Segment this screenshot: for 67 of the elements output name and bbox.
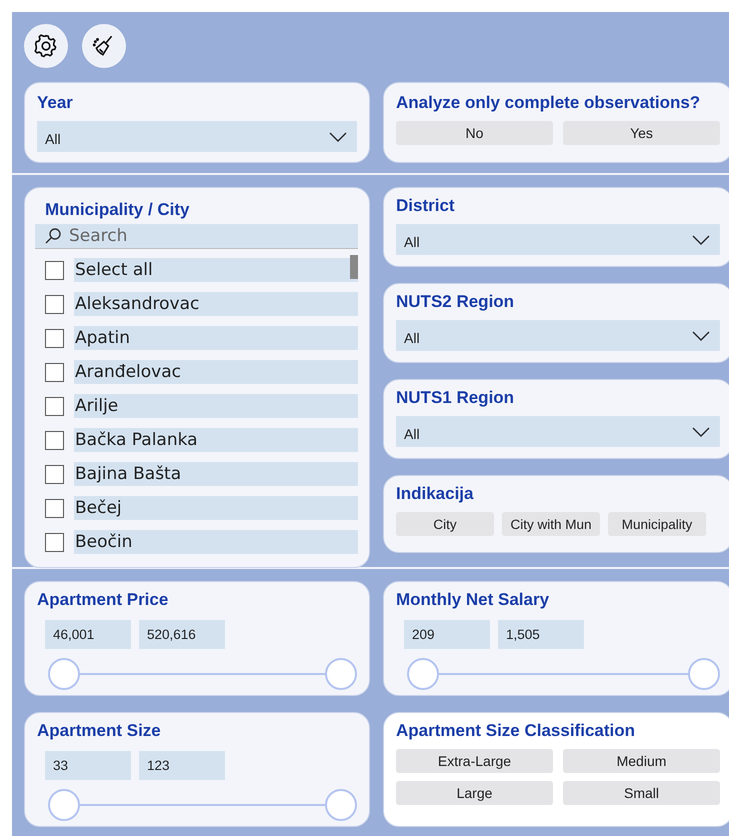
card-title: NUTS2 Region (396, 292, 516, 312)
card-title: NUTS1 Region (396, 388, 516, 408)
search-icon (44, 227, 62, 245)
card-title: Analyze only complete observations? (396, 93, 702, 113)
card-title: Apartment Size Classification (396, 721, 636, 741)
slider-handle[interactable] (407, 658, 439, 690)
max-value-field[interactable]: 1,505 (498, 620, 584, 649)
chevron-icon (692, 234, 710, 244)
checkbox[interactable] (45, 328, 64, 348)
range-slider[interactable] (407, 658, 720, 690)
year-dropdown[interactable]: All (37, 121, 357, 152)
slider-handle[interactable] (48, 658, 80, 690)
min-value-field[interactable]: 33 (45, 751, 131, 780)
list-item[interactable]: Arilje (74, 394, 358, 418)
gear-icon (33, 33, 59, 59)
option-button[interactable]: Municipality (608, 512, 706, 536)
list-item[interactable]: Aranđelovac (74, 360, 358, 384)
dropdown-field[interactable]: All (396, 320, 720, 351)
card-title: Year (37, 93, 74, 113)
option-button[interactable]: Large (396, 781, 553, 805)
option-button[interactable]: Medium (563, 749, 720, 773)
list-item[interactable]: Bajina Bašta (74, 462, 358, 486)
scrollbar-thumb[interactable] (350, 255, 358, 279)
list-item[interactable]: Bačka Palanka (74, 428, 358, 452)
checkbox[interactable] (45, 498, 64, 518)
option-button[interactable]: Small (563, 781, 720, 805)
checkbox[interactable] (45, 464, 64, 484)
min-value-field[interactable]: 46,001 (45, 620, 131, 649)
checkbox[interactable] (45, 294, 64, 314)
slider-handle[interactable] (325, 789, 357, 821)
min-value-field[interactable]: 209 (404, 620, 490, 649)
chevron-icon (692, 330, 710, 340)
slider-handle[interactable] (48, 789, 80, 821)
search-field[interactable]: Search (35, 224, 358, 249)
dropdown-field[interactable]: All (396, 416, 720, 447)
checkbox[interactable] (45, 260, 64, 280)
checkbox[interactable] (45, 396, 64, 416)
option-button[interactable]: Extra-Large (396, 749, 553, 773)
list-item[interactable]: Bečej (74, 496, 358, 520)
checkbox[interactable] (45, 430, 64, 450)
option-button[interactable]: No (396, 121, 553, 145)
list-item[interactable]: Apatin (74, 326, 358, 350)
range-slider[interactable] (48, 789, 357, 821)
option-button[interactable]: City (396, 512, 494, 536)
range-slider[interactable] (48, 658, 357, 690)
chevron-icon (329, 132, 347, 142)
option-button[interactable]: Yes (563, 121, 720, 145)
max-value-field[interactable]: 123 (139, 751, 225, 780)
slider-handle[interactable] (325, 658, 357, 690)
broom-button[interactable] (82, 24, 126, 68)
settings-button[interactable] (24, 24, 68, 68)
option-button[interactable]: City with Mun (502, 512, 600, 536)
card-title: Apartment Size (37, 721, 162, 741)
card-title: Indikacija (396, 484, 474, 504)
card-title: Municipality / City (44, 200, 191, 220)
card-title: Apartment Price (37, 590, 170, 610)
dropdown-field[interactable]: All (396, 224, 720, 255)
max-value-field[interactable]: 520,616 (139, 620, 225, 649)
checkbox[interactable] (45, 532, 64, 552)
chevron-icon (692, 426, 710, 436)
card-title: District (396, 196, 456, 216)
list-item[interactable]: Aleksandrovac (74, 292, 358, 316)
checkbox[interactable] (45, 362, 64, 382)
card-title: Monthly Net Salary (396, 590, 550, 610)
list-item[interactable]: Select all (74, 258, 358, 282)
list-item[interactable]: Beočin (74, 530, 358, 554)
slider-handle[interactable] (688, 658, 720, 690)
